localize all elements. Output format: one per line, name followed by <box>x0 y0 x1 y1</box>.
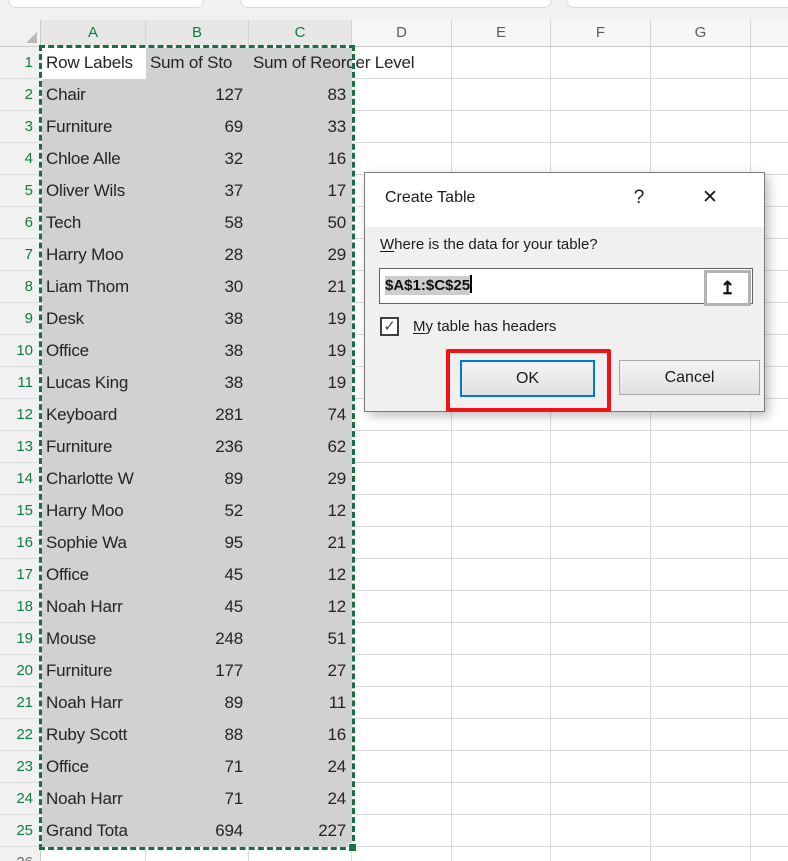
row-number[interactable]: 16 <box>0 527 41 559</box>
row-number[interactable]: 17 <box>0 559 41 591</box>
column-header-b[interactable]: B <box>146 20 249 47</box>
headers-checkbox-label[interactable]: My table has headers <box>413 318 556 335</box>
row-number[interactable]: 20 <box>0 655 41 687</box>
row-number[interactable]: 19 <box>0 623 41 655</box>
checkmark-icon: ✓ <box>383 319 396 334</box>
row-number[interactable]: 6 <box>0 207 41 239</box>
fill-handle[interactable] <box>348 843 357 852</box>
headers-checkbox[interactable]: ✓ <box>380 317 399 336</box>
range-picker-button[interactable]: ↥ <box>704 270 751 306</box>
prompt-accelerator: W <box>380 236 394 253</box>
formula-bar[interactable] <box>240 0 552 8</box>
row-number[interactable]: 3 <box>0 111 41 143</box>
row-number[interactable]: 14 <box>0 463 41 495</box>
help-icon[interactable]: ? <box>627 187 651 209</box>
collapse-dialog-icon: ↥ <box>720 278 735 299</box>
row-number[interactable]: 22 <box>0 719 41 751</box>
column-header-d[interactable]: D <box>352 20 452 47</box>
row-number[interactable]: 21 <box>0 687 41 719</box>
row-number[interactable]: 18 <box>0 591 41 623</box>
close-icon[interactable]: ✕ <box>697 186 723 209</box>
formula-bar-strip <box>0 0 788 20</box>
row-number[interactable]: 9 <box>0 303 41 335</box>
red-highlight-annotation <box>446 349 611 412</box>
column-header-partial[interactable] <box>751 20 788 47</box>
row-number[interactable]: 10 <box>0 335 41 367</box>
marching-ants-border <box>39 45 355 850</box>
select-all-triangle-icon <box>26 32 37 43</box>
headers-accelerator: M <box>413 318 426 335</box>
create-table-dialog: Create Table ? ✕ Where is the data for y… <box>364 172 765 412</box>
cancel-button[interactable]: Cancel <box>619 360 760 395</box>
row-number[interactable]: 15 <box>0 495 41 527</box>
column-header-e[interactable]: E <box>452 20 551 47</box>
dialog-title: Create Table <box>385 189 475 207</box>
row-number[interactable]: 25 <box>0 815 41 847</box>
formula-bar-extension[interactable] <box>566 0 788 8</box>
row-number[interactable]: 11 <box>0 367 41 399</box>
column-header-f[interactable]: F <box>551 20 651 47</box>
name-box[interactable] <box>8 0 204 8</box>
row-number[interactable]: 26 <box>0 847 41 861</box>
row-number[interactable]: 23 <box>0 751 41 783</box>
headers-label-text: y table has headers <box>426 318 557 335</box>
row-number[interactable]: 12 <box>0 399 41 431</box>
row-number[interactable]: 24 <box>0 783 41 815</box>
excel-window: A B C D E F G 1 Row Labels Sum of Sto Su… <box>0 0 788 861</box>
row-number[interactable]: 7 <box>0 239 41 271</box>
range-input[interactable]: $A$1:$C$25 ↥ <box>379 268 753 304</box>
row-number[interactable]: 13 <box>0 431 41 463</box>
range-prompt-label: Where is the data for your table? <box>380 236 598 253</box>
column-header-g[interactable]: G <box>651 20 751 47</box>
row-number[interactable]: 8 <box>0 271 41 303</box>
row-number[interactable]: 4 <box>0 143 41 175</box>
text-caret <box>470 275 472 293</box>
column-header-c[interactable]: C <box>249 20 352 47</box>
row-number[interactable]: 1 <box>0 47 41 79</box>
row-number[interactable]: 2 <box>0 79 41 111</box>
row-number[interactable]: 5 <box>0 175 41 207</box>
column-header-a[interactable]: A <box>41 20 146 47</box>
prompt-text: here is the data for your table? <box>394 236 597 253</box>
select-all-corner[interactable] <box>0 20 41 47</box>
range-input-value: $A$1:$C$25 <box>385 275 472 294</box>
